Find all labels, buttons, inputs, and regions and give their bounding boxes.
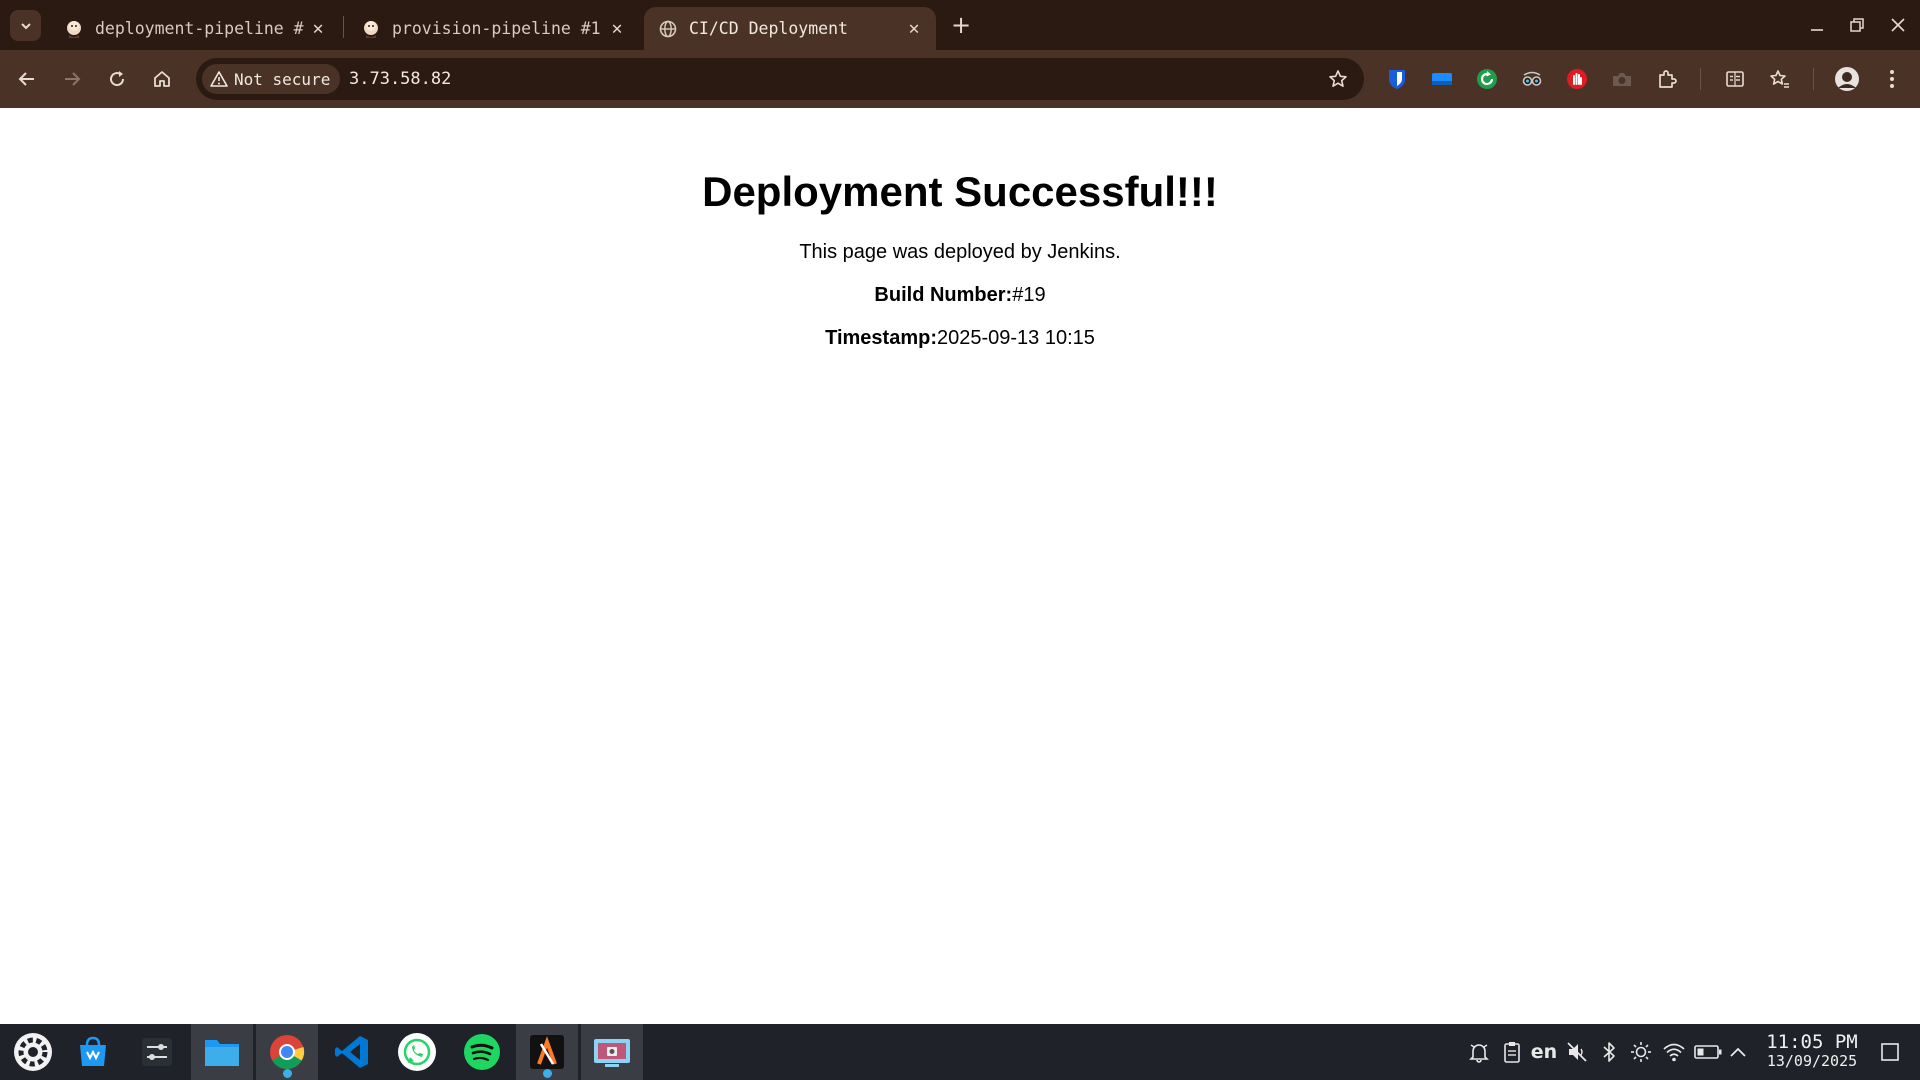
build-number-label: Build Number: (874, 284, 1013, 306)
wifi-icon[interactable] (1660, 1038, 1688, 1066)
volume-muted-icon[interactable] (1564, 1038, 1590, 1066)
clock-date: 13/09/2025 (1766, 1052, 1858, 1070)
toolbar-separator (1813, 68, 1814, 90)
taskbar: en 11:05 PM 13/09/2025 (0, 1024, 1920, 1080)
reading-list-icon[interactable] (1722, 66, 1748, 92)
page-heading: Deployment Successful!!! (702, 168, 1218, 215)
bluetooth-icon[interactable] (1597, 1038, 1621, 1066)
spotify-icon[interactable] (451, 1024, 513, 1080)
brightness-icon[interactable] (1628, 1038, 1654, 1066)
arrow-left-icon (18, 72, 34, 86)
minimize-icon[interactable] (1802, 12, 1832, 38)
battery-icon[interactable] (1692, 1038, 1724, 1066)
warning-icon (210, 70, 228, 88)
running-indicator (543, 1069, 552, 1078)
screenshot-tool-icon[interactable] (581, 1024, 643, 1080)
system-clock[interactable]: 11:05 PM 13/09/2025 (1762, 1032, 1862, 1070)
close-tab-icon[interactable]: ✕ (306, 17, 330, 41)
page-content: Deployment Successful!!! This page was d… (0, 108, 1920, 1024)
notifications-bell-icon[interactable] (1466, 1038, 1492, 1066)
bookmarks-star-list-icon[interactable] (1767, 66, 1793, 92)
timestamp-line: Timestamp:2025-09-13 10:15 (0, 327, 1920, 350)
jenkins-icon (361, 19, 381, 39)
extensions-puzzle-icon[interactable] (1654, 66, 1680, 92)
toolbar-separator (1700, 68, 1701, 90)
xampp-icon[interactable] (516, 1024, 578, 1080)
new-tab-button[interactable]: + (948, 12, 974, 38)
close-window-icon[interactable] (1883, 12, 1913, 38)
reload-button[interactable] (100, 62, 134, 96)
whatsapp-icon[interactable] (386, 1024, 448, 1080)
tab-title: provision-pipeline #1 (392, 19, 601, 38)
more-menu-icon[interactable] (1879, 66, 1905, 92)
home-button[interactable] (145, 62, 179, 96)
green-refresh-extension-icon[interactable] (1474, 66, 1500, 92)
tab-search-button[interactable] (10, 10, 41, 41)
stop-hand-extension-icon[interactable] (1564, 66, 1590, 92)
system-settings-icon[interactable] (126, 1024, 188, 1080)
browser-toolbar: Not secure 3.73.58.82 (0, 50, 1920, 108)
reload-icon (110, 71, 125, 87)
tab-title: CI/CD Deployment (689, 19, 848, 38)
deployed-by-text: This page was deployed by Jenkins. (799, 241, 1121, 263)
arrow-right-icon (65, 72, 81, 86)
restore-icon[interactable] (1842, 12, 1872, 38)
chevron-down-icon (20, 22, 31, 29)
file-manager-icon[interactable] (191, 1024, 253, 1080)
discover-store-icon[interactable] (62, 1024, 124, 1080)
tab-separator (343, 16, 344, 38)
chrome-icon[interactable] (256, 1024, 318, 1080)
tab-deployment-pipeline[interactable]: deployment-pipeline # ✕ (50, 7, 340, 50)
build-number-value: #19 (1012, 284, 1046, 306)
jenkins-icon (64, 19, 84, 39)
close-tab-icon[interactable]: ✕ (902, 17, 926, 41)
timestamp-label: Timestamp: (825, 327, 937, 349)
clock-time: 11:05 PM (1766, 1031, 1858, 1053)
home-icon (154, 71, 170, 87)
close-tab-icon[interactable]: ✕ (605, 17, 629, 41)
show-desktop-icon[interactable] (1876, 1038, 1904, 1066)
running-indicator (283, 1069, 292, 1078)
security-chip[interactable]: Not secure (202, 64, 341, 94)
timestamp-value: 2025-09-13 10:15 (936, 327, 1095, 349)
chevron-up-icon[interactable] (1726, 1038, 1750, 1066)
tab-strip: deployment-pipeline # ✕ provision-pipeli… (0, 0, 1920, 50)
blue-extension-icon[interactable] (1429, 66, 1455, 92)
forward-button[interactable] (55, 62, 89, 96)
tab-cicd-deployment[interactable]: CI/CD Deployment ✕ (644, 7, 936, 50)
app-launcher-icon[interactable] (2, 1024, 64, 1080)
back-button[interactable] (10, 62, 44, 96)
clipboard-icon[interactable] (1499, 1038, 1525, 1066)
tab-provision-pipeline[interactable]: provision-pipeline #1 ✕ (347, 7, 639, 50)
address-bar[interactable]: Not secure 3.73.58.82 (196, 58, 1364, 100)
vscode-icon[interactable] (321, 1024, 383, 1080)
build-number-line: Build Number:#19 (0, 284, 1920, 307)
camera-extension-icon[interactable] (1609, 66, 1635, 92)
glasses-extension-icon[interactable] (1519, 66, 1545, 92)
url-text[interactable]: 3.73.58.82 (349, 58, 451, 100)
bookmark-star-icon[interactable] (1326, 67, 1350, 91)
globe-icon (658, 19, 678, 39)
bitwarden-icon[interactable] (1384, 66, 1410, 92)
tab-title: deployment-pipeline # (95, 19, 304, 38)
keyboard-layout-indicator[interactable]: en (1528, 1038, 1560, 1066)
profile-avatar[interactable] (1834, 66, 1860, 92)
security-label: Not secure (234, 69, 331, 89)
